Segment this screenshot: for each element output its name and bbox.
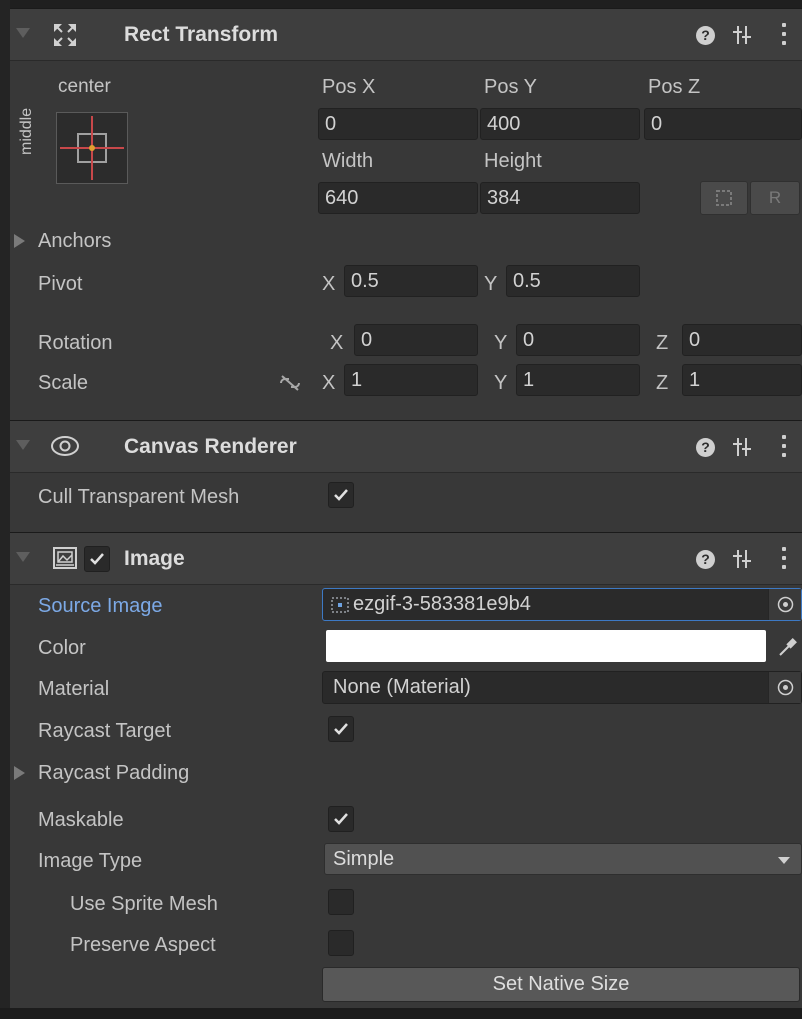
anchors-foldout-icon[interactable] bbox=[14, 234, 25, 248]
inspector-panel: Rect Transform ? center middle Pos X Pos… bbox=[0, 0, 802, 1019]
checkmark-icon bbox=[334, 723, 348, 735]
pivot-y-field[interactable]: 0.5 bbox=[506, 265, 640, 297]
height-field[interactable]: 384 bbox=[480, 182, 640, 214]
checkmark-icon bbox=[334, 489, 348, 501]
pivot-y-axis: Y bbox=[484, 273, 498, 295]
rotation-y-axis: Y bbox=[494, 332, 508, 354]
fold-arrow-icon[interactable] bbox=[16, 28, 30, 38]
source-image-value: ezgif-3-583381e9b4 bbox=[353, 593, 531, 615]
source-image-field[interactable]: ezgif-3-583381e9b4 bbox=[322, 588, 802, 621]
image-component-icon bbox=[53, 547, 77, 569]
cull-transparent-mesh-checkbox[interactable] bbox=[328, 482, 354, 508]
rotation-label: Rotation bbox=[38, 332, 113, 354]
help-icon[interactable]: ? bbox=[696, 550, 715, 569]
left-border bbox=[0, 0, 10, 1019]
color-swatch[interactable] bbox=[326, 630, 766, 662]
rotation-x-field[interactable]: 0 bbox=[354, 324, 478, 356]
target-icon bbox=[777, 596, 794, 613]
presets-icon[interactable] bbox=[732, 25, 752, 45]
pos-y-label: Pos Y bbox=[484, 76, 537, 98]
sprite-icon bbox=[331, 597, 349, 613]
scale-y-axis: Y bbox=[494, 372, 508, 394]
object-picker-button[interactable] bbox=[768, 589, 801, 620]
width-field[interactable]: 640 bbox=[318, 182, 478, 214]
raycast-target-checkbox[interactable] bbox=[328, 716, 354, 742]
rotation-x-axis: X bbox=[330, 332, 344, 354]
anchor-preset-icon[interactable] bbox=[56, 112, 128, 184]
image-type-label: Image Type bbox=[38, 850, 143, 872]
width-label: Width bbox=[322, 150, 374, 172]
preserve-aspect-checkbox[interactable] bbox=[328, 930, 354, 956]
eye-icon bbox=[51, 436, 79, 456]
anchors-label[interactable]: Anchors bbox=[38, 230, 111, 253]
raw-edit-button[interactable]: R bbox=[750, 181, 800, 215]
blueprint-icon bbox=[716, 190, 732, 206]
scale-x-axis: X bbox=[322, 372, 336, 394]
presets-icon[interactable] bbox=[732, 437, 752, 457]
checkmark-icon bbox=[90, 553, 104, 565]
component-title: Canvas Renderer bbox=[124, 435, 297, 458]
height-label: Height bbox=[484, 150, 542, 172]
anchor-v-label: middle bbox=[18, 107, 35, 155]
context-menu-icon[interactable] bbox=[781, 547, 787, 571]
source-image-label: Source Image bbox=[38, 595, 163, 617]
image-type-value: Simple bbox=[333, 848, 395, 870]
help-icon[interactable]: ? bbox=[696, 26, 715, 45]
scale-z-field[interactable]: 1 bbox=[682, 364, 802, 396]
pivot-x-field[interactable]: 0.5 bbox=[344, 265, 478, 297]
rect-transform-header[interactable]: Rect Transform ? bbox=[10, 8, 802, 61]
material-field[interactable]: None (Material) bbox=[322, 671, 802, 704]
cull-transparent-mesh-label: Cull Transparent Mesh bbox=[38, 486, 240, 508]
rotation-z-axis: Z bbox=[656, 332, 669, 354]
raycast-padding-foldout-icon[interactable] bbox=[14, 766, 25, 780]
set-native-size-button[interactable]: Set Native Size bbox=[322, 967, 800, 1002]
rotation-y-field[interactable]: 0 bbox=[516, 324, 640, 356]
pos-x-label: Pos X bbox=[322, 76, 376, 98]
help-icon[interactable]: ? bbox=[696, 438, 715, 457]
material-value: None (Material) bbox=[333, 676, 471, 698]
checkmark-icon bbox=[334, 813, 348, 825]
pos-y-field[interactable]: 400 bbox=[480, 108, 640, 140]
target-icon bbox=[777, 679, 794, 696]
raycast-padding-label[interactable]: Raycast Padding bbox=[38, 762, 189, 785]
presets-icon[interactable] bbox=[732, 549, 752, 569]
component-title: Image bbox=[124, 547, 185, 570]
scale-label: Scale bbox=[38, 372, 89, 394]
maskable-checkbox[interactable] bbox=[328, 806, 354, 832]
fold-arrow-icon[interactable] bbox=[16, 552, 30, 562]
image-type-dropdown[interactable]: Simple bbox=[324, 843, 802, 875]
scale-y-field[interactable]: 1 bbox=[516, 364, 640, 396]
blueprint-mode-button[interactable] bbox=[700, 181, 748, 215]
raycast-target-label: Raycast Target bbox=[38, 720, 172, 742]
use-sprite-mesh-label: Use Sprite Mesh bbox=[70, 893, 218, 915]
color-label: Color bbox=[38, 637, 86, 659]
chevron-down-icon bbox=[778, 857, 790, 864]
constrain-proportions-icon[interactable] bbox=[278, 374, 302, 392]
pos-x-field[interactable]: 0 bbox=[318, 108, 478, 140]
component-title: Rect Transform bbox=[124, 23, 279, 46]
pivot-x-axis: X bbox=[322, 273, 336, 295]
bottom-border bbox=[0, 1008, 802, 1019]
object-picker-button[interactable] bbox=[768, 672, 801, 703]
fold-arrow-icon[interactable] bbox=[16, 440, 30, 450]
pos-z-label: Pos Z bbox=[648, 76, 701, 98]
context-menu-icon[interactable] bbox=[781, 23, 787, 47]
canvas-renderer-header[interactable]: Canvas Renderer ? bbox=[10, 420, 802, 473]
anchor-h-label: center bbox=[58, 76, 111, 97]
eyedropper-icon[interactable] bbox=[776, 636, 798, 658]
scale-x-field[interactable]: 1 bbox=[344, 364, 478, 396]
top-border bbox=[0, 0, 802, 8]
image-header[interactable]: Image ? bbox=[10, 532, 802, 585]
rect-transform-icon bbox=[54, 24, 76, 46]
context-menu-icon[interactable] bbox=[781, 435, 787, 459]
image-enabled-checkbox[interactable] bbox=[84, 546, 110, 572]
material-label: Material bbox=[38, 678, 110, 700]
pivot-label: Pivot bbox=[38, 273, 83, 295]
scale-z-axis: Z bbox=[656, 372, 669, 394]
use-sprite-mesh-checkbox[interactable] bbox=[328, 889, 354, 915]
pos-z-field[interactable]: 0 bbox=[644, 108, 802, 140]
rotation-z-field[interactable]: 0 bbox=[682, 324, 802, 356]
preserve-aspect-label: Preserve Aspect bbox=[70, 934, 216, 956]
maskable-label: Maskable bbox=[38, 809, 124, 831]
